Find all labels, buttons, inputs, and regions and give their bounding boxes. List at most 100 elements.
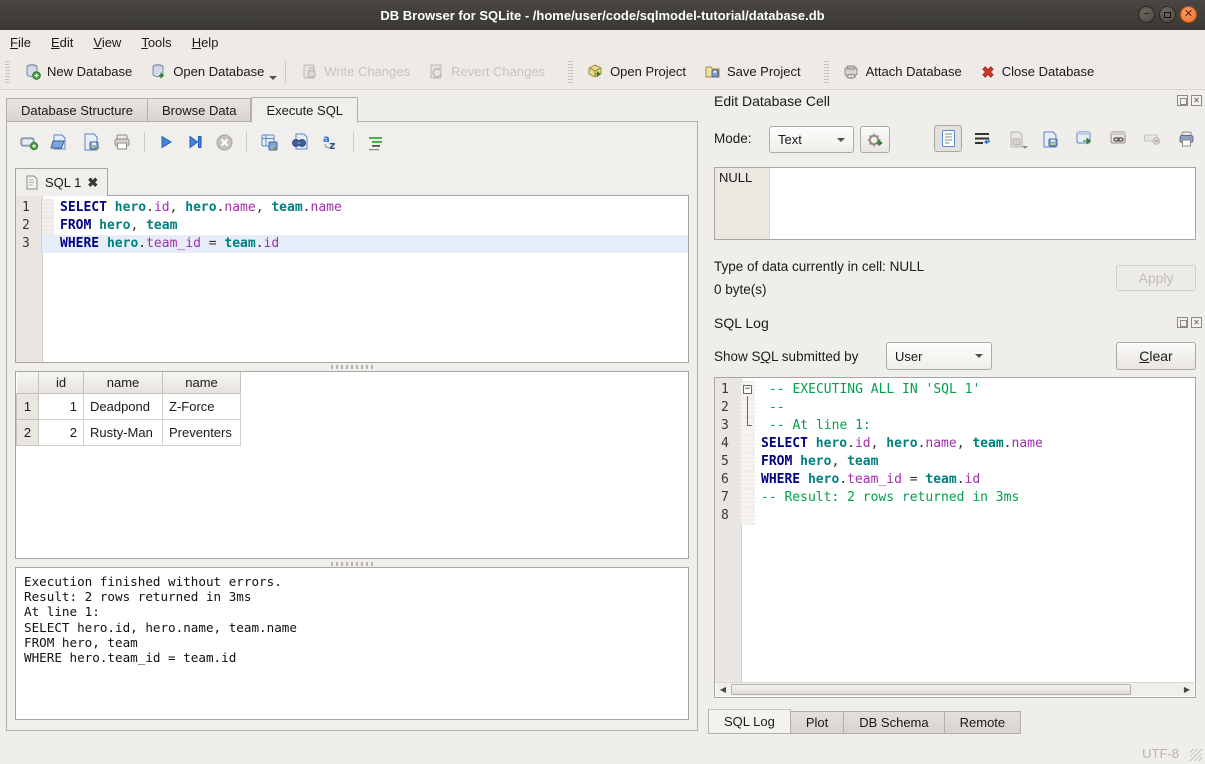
toolbar-drag-handle[interactable] [5,61,10,83]
row-header[interactable]: 2 [17,419,39,445]
title-bar[interactable]: DB Browser for SQLite - /home/user/code/… [0,0,1205,30]
column-header-name1[interactable]: name [84,372,163,393]
open-sql-tab-button[interactable] [19,132,39,152]
editor-toolbar-separator [144,132,145,152]
menu-file[interactable]: File [0,33,41,52]
main-toolbar: New Database Open Database Write Changes… [0,54,1205,90]
menu-help[interactable]: Help [182,33,229,52]
tab-database-structure[interactable]: Database Structure [6,98,148,122]
clear-log-button[interactable]: Clear [1116,342,1196,370]
tab-db-schema[interactable]: DB Schema [844,711,944,734]
corner-header[interactable] [17,372,39,393]
splitter-handle[interactable] [331,562,373,566]
tab-sql-log[interactable]: SQL Log [708,709,791,734]
open-database-button[interactable]: Open Database [141,58,273,86]
menu-edit[interactable]: Edit [41,33,83,52]
open-database-icon [150,63,167,80]
cell-team-name[interactable]: Preventers [163,419,241,445]
autocomplete-button[interactable]: az [321,132,341,152]
open-sql-file-button[interactable] [50,132,70,152]
export-dropdown-caret[interactable] [272,147,278,150]
execute-all-button[interactable] [157,133,175,151]
cell-hero-name[interactable]: Rusty-Man [84,419,163,445]
float-panel-icon[interactable] [1177,95,1188,106]
close-panel-icon[interactable]: ✕ [1191,317,1202,328]
close-database-button[interactable]: Close Database [971,58,1104,86]
revert-changes-button[interactable]: Revert Changes [419,58,554,86]
cell-team-name[interactable]: Z-Force [163,393,241,419]
sql-log-view[interactable]: ◀ ▶ 1−-- EXECUTING ALL IN 'SQL 1'2--3-- … [714,377,1196,698]
link-icon [1109,130,1128,147]
document-icon [940,129,957,148]
scroll-right-arrow[interactable]: ▶ [1180,683,1194,696]
cell-editor[interactable]: NULL [714,167,1196,240]
save-project-button[interactable]: Save Project [695,58,810,86]
print-cell-button[interactable] [1172,125,1200,152]
tab-execute-sql[interactable]: Execute SQL [251,97,358,123]
mode-value: Text [778,132,802,147]
new-database-button[interactable]: New Database [15,58,141,86]
cell-id[interactable]: 1 [39,393,84,419]
menu-tools[interactable]: Tools [131,33,181,52]
encoding-indicator[interactable]: UTF-8 [1142,746,1179,761]
minimize-button[interactable]: − [1138,6,1155,23]
format-sql-button[interactable] [366,133,385,152]
mode-select[interactable]: Text [769,126,854,153]
sql-editor[interactable]: 1SELECT hero.id, hero.name, team.name2FR… [15,195,689,363]
set-null-button[interactable] [1138,125,1166,152]
editor-toolbar-separator [353,132,354,152]
menu-view[interactable]: View [83,33,131,52]
column-header-name2[interactable]: name [163,372,241,393]
toolbar-separator [285,61,286,83]
tab-remote[interactable]: Remote [945,711,1022,734]
apply-button[interactable]: Apply [1116,265,1196,291]
sql-log-title: SQL Log [714,315,769,331]
scrollbar-thumb[interactable] [731,684,1131,695]
text-document-button[interactable] [934,125,962,152]
resize-grip[interactable] [1190,749,1202,761]
cell-hero-name[interactable]: Deadpond [84,393,163,419]
write-changes-button[interactable]: Write Changes [292,58,419,86]
copy-link-button[interactable] [1104,125,1132,152]
tab-browse-data[interactable]: Browse Data [148,98,251,122]
log-horizontal-scrollbar[interactable]: ◀ ▶ [716,682,1194,696]
sql-editor-tab[interactable]: SQL 1 ✖ [15,168,108,196]
save-sql-file-button[interactable] [81,132,101,152]
execution-message-panel[interactable]: Execution finished without errors. Resul… [15,567,689,720]
toolbar-drag-handle[interactable] [824,61,829,83]
open-database-dropdown-caret[interactable] [269,76,277,80]
close-panel-icon[interactable]: ✕ [1191,95,1202,106]
find-button[interactable] [290,132,310,152]
column-header-id[interactable]: id [39,372,84,393]
export-file-icon [1041,130,1059,148]
maximize-button[interactable] [1159,6,1176,23]
export-results-button[interactable] [259,132,279,152]
chevron-down-icon [975,354,983,358]
auto-switch-mode-button[interactable] [860,126,890,153]
close-button[interactable]: ✕ [1180,6,1197,23]
save-sql-dropdown-caret[interactable] [94,147,100,150]
float-panel-icon[interactable] [1177,317,1188,328]
open-external-button[interactable] [1070,125,1098,152]
splitter-handle[interactable] [331,365,373,369]
import-from-file-button[interactable] [1002,125,1030,152]
execute-line-button[interactable] [186,133,204,151]
close-sql-tab-icon[interactable]: ✖ [87,175,98,191]
edit-cell-toolbar [934,125,1200,152]
tab-plot[interactable]: Plot [791,711,844,734]
new-database-icon [24,63,41,80]
toolbar-drag-handle[interactable] [568,61,573,83]
log-filter-select[interactable]: User [886,342,992,370]
import-file-icon [1007,130,1025,148]
results-grid[interactable]: id name name 1 1 Deadpond Z-Force 2 2 Ru… [15,371,689,559]
scroll-left-arrow[interactable]: ◀ [716,683,730,696]
print-button[interactable] [112,132,132,152]
row-header[interactable]: 1 [17,393,39,419]
open-project-button[interactable]: Open Project [578,58,695,86]
export-to-file-button[interactable] [1036,125,1064,152]
import-dropdown-caret[interactable] [1022,146,1028,149]
stop-button[interactable] [215,133,234,152]
word-wrap-button[interactable] [968,125,996,152]
cell-id[interactable]: 2 [39,419,84,445]
attach-database-button[interactable]: Attach Database [834,58,971,86]
